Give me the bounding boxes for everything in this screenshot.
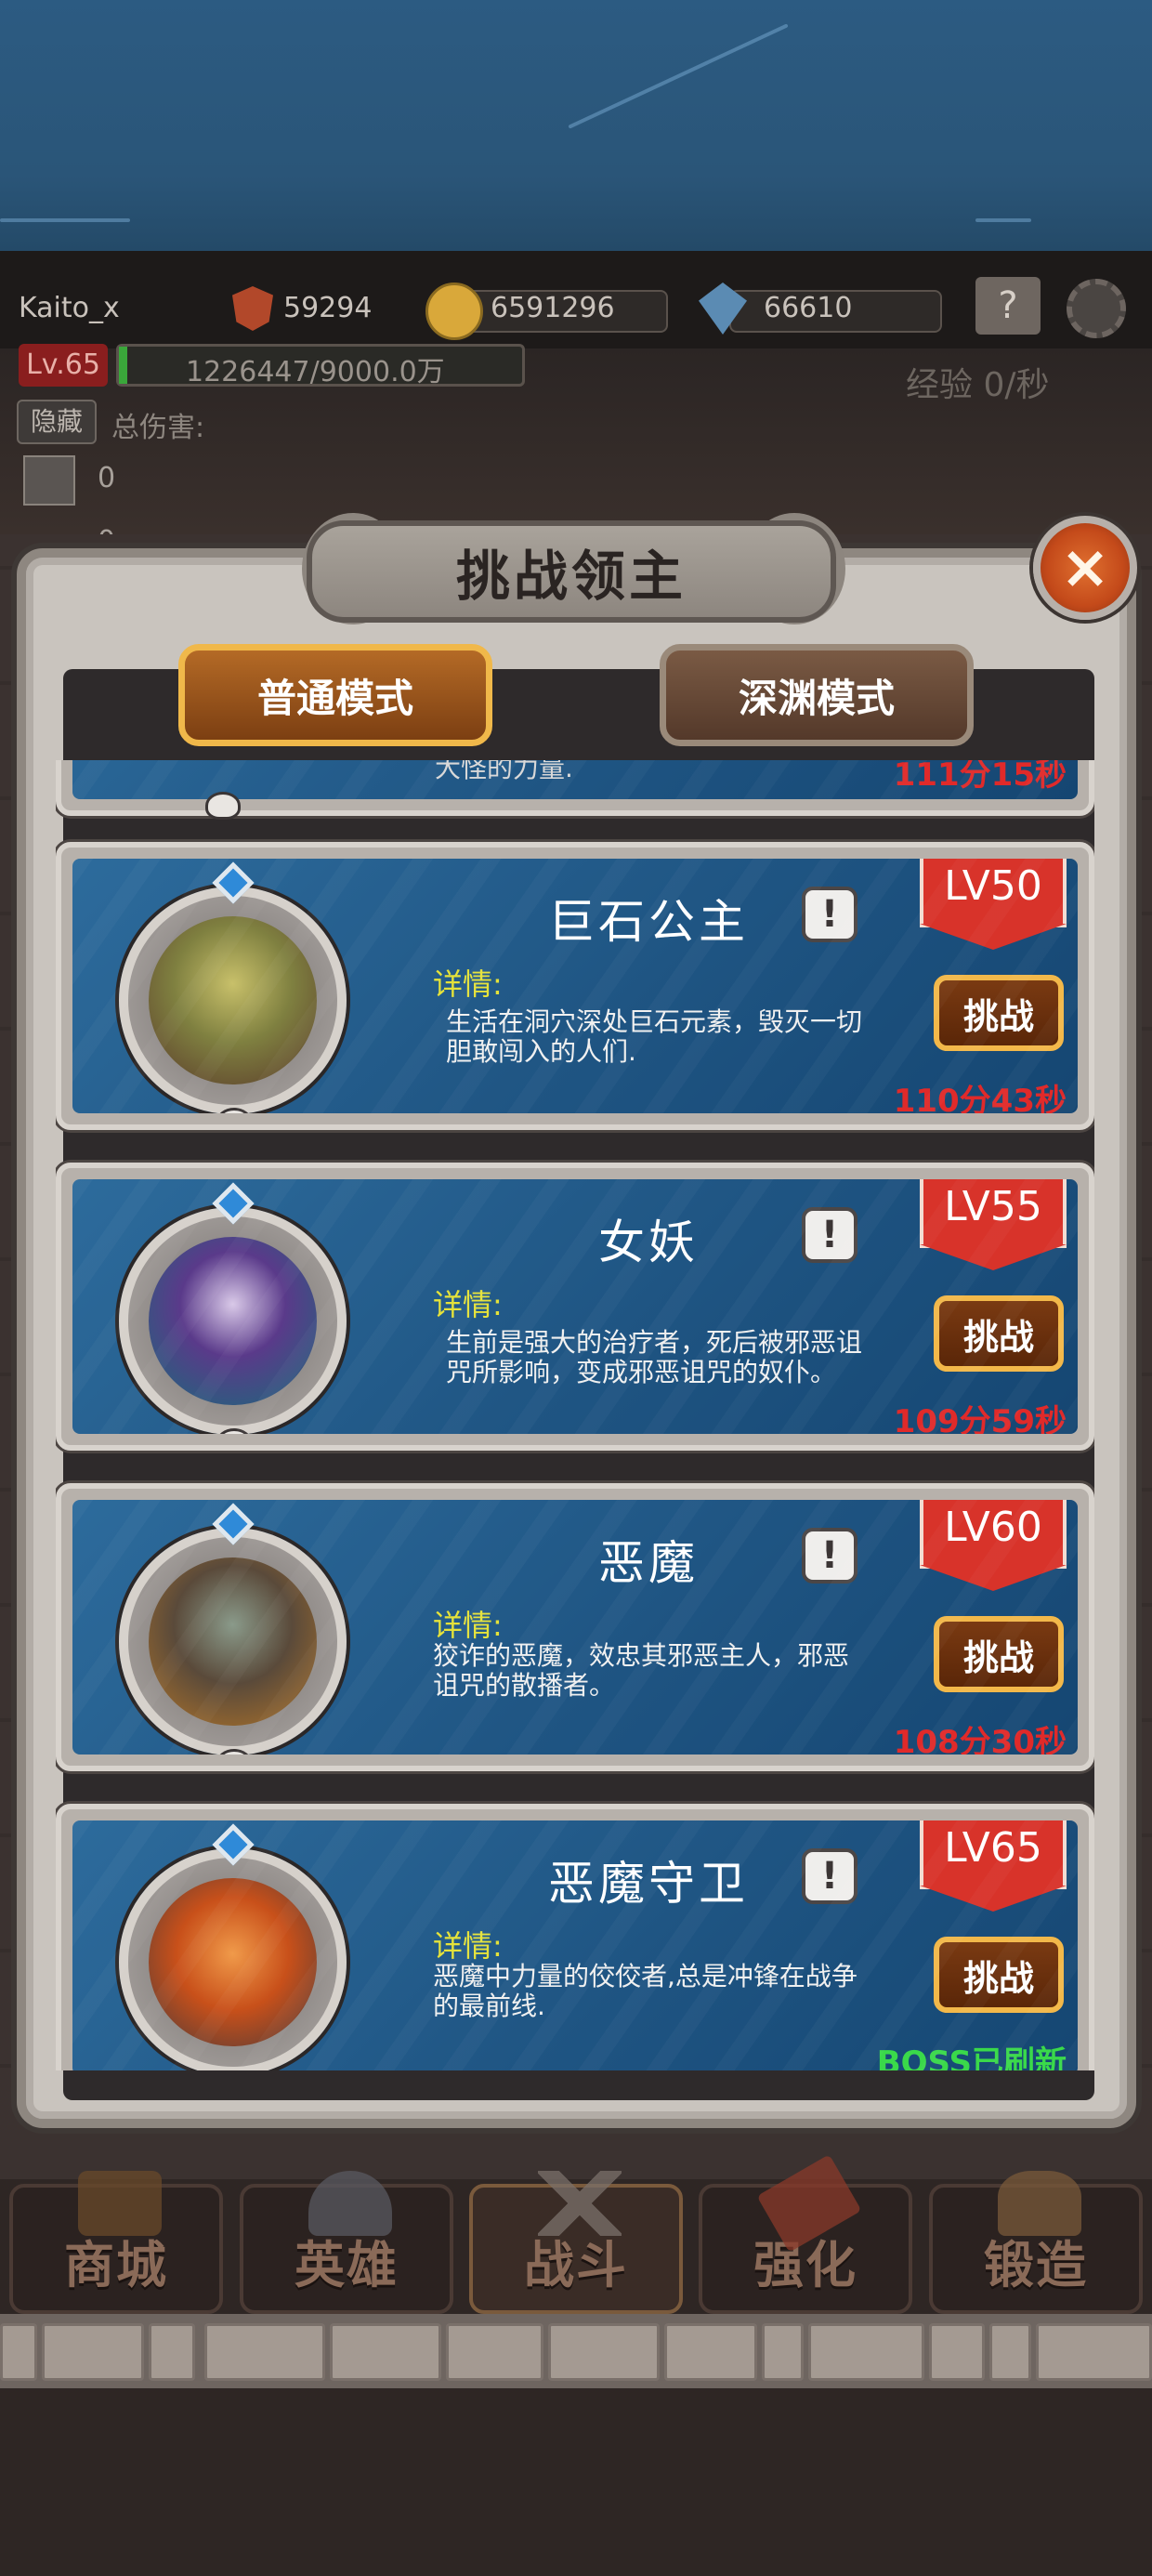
boss-description: 狡诈的恶魔，效忠其邪恶主人，邪恶诅咒的散播者。: [433, 1640, 850, 1701]
boss-list[interactable]: 大怪的力量. 111分15秒 巨石公主 ! 详情: 生活在洞穴深处巨石元素，毁灭…: [56, 760, 1094, 2070]
boss-refreshed-status: BOSS已刷新: [876, 2044, 1067, 2070]
gold-value: 6591296: [491, 292, 615, 324]
level-badge: LV65: [920, 1820, 1067, 1915]
gem-value: 66610: [764, 292, 853, 324]
power-shield-icon: [232, 286, 273, 331]
hide-button[interactable]: 隐藏: [17, 400, 97, 444]
boss-portrait[interactable]: [119, 1823, 347, 2070]
boss-name: 女妖: [598, 1216, 699, 1269]
anvil-icon: [998, 2171, 1081, 2236]
boss-name: 巨石公主: [548, 895, 749, 949]
hero-slot-icon: [23, 455, 75, 506]
level-badge: LV50: [920, 859, 1067, 953]
boss-description: 生前是强大的治疗者，死后被邪恶诅咒所影响，变成邪恶诅咒的奴仆。: [446, 1327, 863, 1387]
normal-mode-tab[interactable]: 普通模式: [178, 644, 492, 746]
boss-card-partial: 大怪的力量. 111分15秒: [56, 760, 1094, 820]
level-badge: Lv.65: [19, 344, 108, 387]
boulder-princess-icon: [149, 916, 317, 1084]
info-icon[interactable]: !: [802, 1207, 857, 1263]
boss-portrait[interactable]: [119, 1182, 347, 1434]
gem-icon: [212, 1823, 255, 1866]
boss-timer: 109分59秒: [893, 1403, 1067, 1434]
level-badge: LV55: [920, 1179, 1067, 1274]
boss-portrait[interactable]: [119, 1503, 347, 1755]
boss-card: 恶魔 ! 详情: 狡诈的恶魔，效忠其邪恶主人，邪恶诅咒的散播者。 LV60 挑战…: [56, 1483, 1094, 1771]
chest-icon: [78, 2171, 162, 2236]
hud-stats: Lv.65 1226447/9000.0万 经验 0/秒 隐藏 总伤害: 0 0: [0, 344, 1152, 558]
boss-timer: 108分30秒: [893, 1724, 1067, 1755]
boss-card: 恶魔守卫 ! 详情: 恶魔中力量的佼佼者,总是冲锋在战争的最前线. LV65 挑…: [56, 1804, 1094, 2070]
nav-shop[interactable]: 商城: [9, 2171, 223, 2314]
gold-coin-icon[interactable]: [425, 283, 483, 340]
nav-upgrade[interactable]: 强化: [699, 2154, 912, 2314]
boss-level: LV55: [944, 1183, 1042, 1230]
nav-battle[interactable]: 战斗: [469, 2171, 683, 2314]
boss-card: 巨石公主 ! 详情: 生活在洞穴深处巨石元素，毁灭一切胆敢闯入的人们. LV50…: [56, 842, 1094, 1130]
gem-icon: [212, 861, 255, 904]
sky-background: [0, 0, 1152, 251]
boss-level: LV50: [944, 862, 1042, 910]
info-icon[interactable]: !: [802, 1848, 857, 1904]
boss-portrait[interactable]: [119, 861, 347, 1113]
challenge-button[interactable]: 挑战: [934, 1937, 1064, 2013]
nav-heroes[interactable]: 英雄: [240, 2171, 453, 2314]
challenge-button[interactable]: 挑战: [934, 1616, 1064, 1692]
info-icon[interactable]: !: [802, 1528, 857, 1584]
nav-forge[interactable]: 锻造: [929, 2171, 1143, 2314]
boss-name: 恶魔守卫: [548, 1857, 749, 1911]
details-label: 详情:: [433, 1608, 503, 1643]
boss-card: 女妖 ! 详情: 生前是强大的治疗者，死后被邪恶诅咒所影响，变成邪恶诅咒的奴仆。…: [56, 1163, 1094, 1451]
abyss-mode-tab[interactable]: 深渊模式: [660, 644, 974, 746]
boss-name: 恶魔: [598, 1536, 699, 1590]
crossed-swords-icon: [538, 2171, 622, 2236]
boss-description: 生活在洞穴深处巨石元素，毁灭一切胆敢闯入的人们.: [446, 1006, 863, 1067]
boss-description: 恶魔中力量的佼佼者,总是冲锋在战争的最前线.: [433, 1961, 857, 2021]
info-icon[interactable]: !: [802, 887, 857, 942]
demon-icon: [149, 1557, 317, 1726]
boss-level: LV65: [944, 1824, 1042, 1872]
boss-timer: 111分15秒: [893, 760, 1067, 794]
details-label: 详情:: [433, 1287, 503, 1322]
boss-timer: 110分43秒: [893, 1083, 1067, 1113]
challenge-button[interactable]: 挑战: [934, 975, 1064, 1051]
boss-description: 大怪的力量.: [435, 760, 573, 783]
help-book-icon[interactable]: ?: [975, 277, 1041, 335]
demon-guard-icon: [149, 1878, 317, 2046]
skull-icon: [216, 1428, 252, 1434]
player-name: Kaito_x: [19, 292, 120, 324]
exp-progress: 1226447/9000.0万: [186, 356, 445, 388]
player-hud: Kaito_x 59294 6591296 66610 ?: [0, 251, 1152, 348]
challenge-button[interactable]: 挑战: [934, 1295, 1064, 1372]
gear-icon[interactable]: [1067, 279, 1126, 338]
skull-icon: [216, 1749, 252, 1755]
skull-icon: [216, 1108, 252, 1113]
stat-row-1: 0: [98, 462, 116, 494]
total-damage-label: 总伤害:: [111, 412, 205, 444]
boss-level: LV60: [944, 1504, 1042, 1551]
gem-icon: [212, 1503, 255, 1545]
banshee-icon: [149, 1237, 317, 1405]
level-badge: LV60: [920, 1500, 1067, 1595]
dialog-title-plate: 挑战领主: [307, 520, 836, 623]
dialog-title: 挑战领主: [455, 545, 687, 608]
details-label: 详情:: [433, 1928, 503, 1964]
details-label: 详情:: [433, 966, 503, 1002]
power-value: 59294: [283, 292, 373, 324]
close-icon: ×: [1060, 533, 1110, 602]
skull-icon: [205, 792, 241, 820]
exp-rate: 经验 0/秒: [906, 366, 1050, 404]
close-button[interactable]: ×: [1033, 516, 1137, 620]
gem-icon: [212, 1182, 255, 1225]
